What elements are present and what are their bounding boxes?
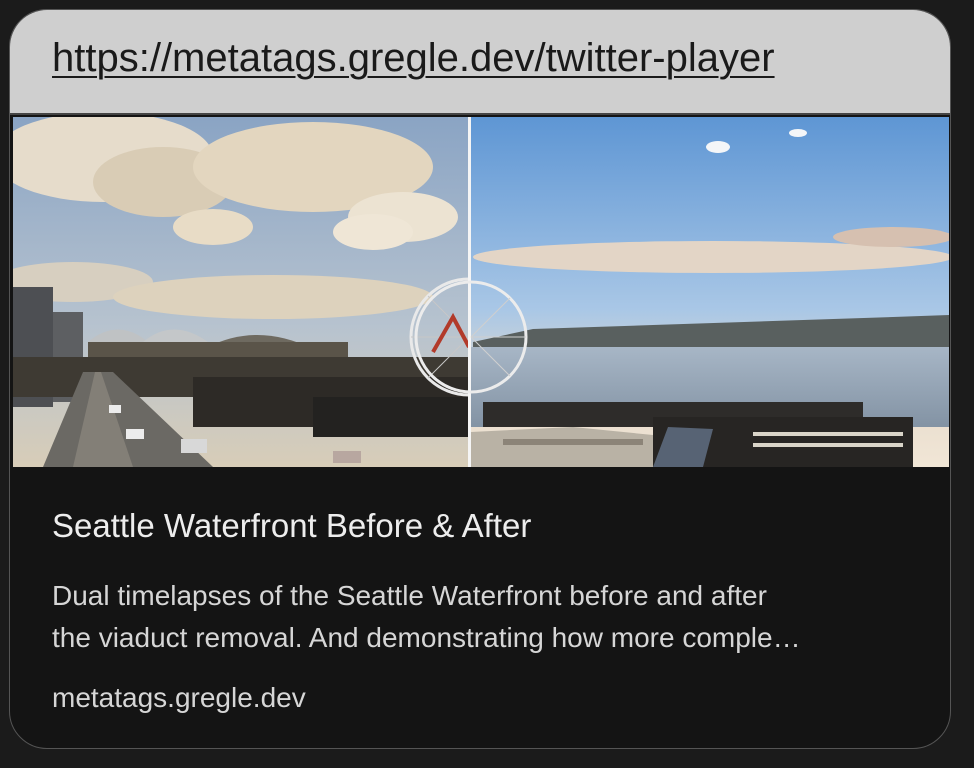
preview-image[interactable] [13,117,949,467]
description-line-1: Dual timelapses of the Seattle Waterfron… [52,580,767,611]
url-link[interactable]: https://metatags.gregle.dev/twitter-play… [52,36,775,81]
card-description: Dual timelapses of the Seattle Waterfron… [52,575,912,659]
url-bar: https://metatags.gregle.dev/twitter-play… [10,10,950,115]
before-photo [13,117,529,467]
card-title[interactable]: Seattle Waterfront Before & After [52,507,531,545]
after-photo [414,117,949,467]
split-divider [468,117,471,467]
split-timelapse-image [13,117,949,467]
description-line-2: the viaduct removal. And demonstrating h… [52,622,801,653]
link-preview-card[interactable]: https://metatags.gregle.dev/twitter-play… [9,9,951,749]
card-domain: metatags.gregle.dev [52,682,306,713]
